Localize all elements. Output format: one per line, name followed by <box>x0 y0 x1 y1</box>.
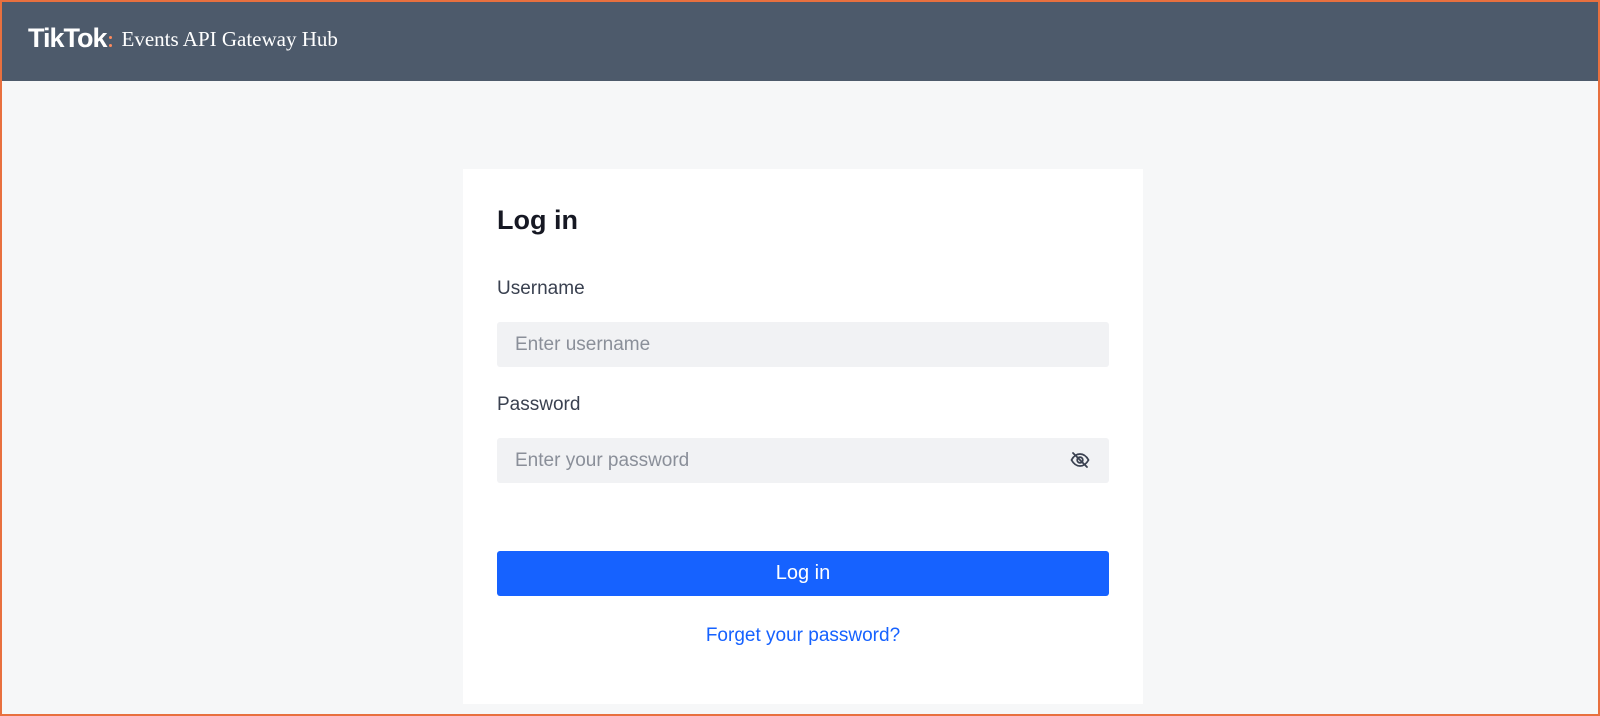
brand: TikTok Events API Gateway Hub <box>28 22 338 54</box>
password-label: Password <box>497 394 581 415</box>
top-bar: TikTok Events API Gateway Hub <box>2 2 1598 81</box>
app-window: TikTok Events API Gateway Hub Log in Use… <box>0 0 1600 716</box>
logo-colon-icon <box>108 30 112 47</box>
username-label: Username <box>497 278 585 299</box>
username-input[interactable] <box>497 322 1109 367</box>
app-title: Events API Gateway Hub <box>121 27 338 51</box>
eye-off-icon[interactable] <box>1069 450 1091 470</box>
login-button[interactable]: Log in <box>497 551 1109 596</box>
tiktok-logo: TikTok <box>28 23 108 53</box>
login-title: Log in <box>497 205 578 235</box>
password-input[interactable] <box>497 438 1109 483</box>
forgot-password-link[interactable]: Forget your password? <box>463 625 1143 647</box>
login-card: Log in Username Password Log in Forget y… <box>463 169 1143 704</box>
